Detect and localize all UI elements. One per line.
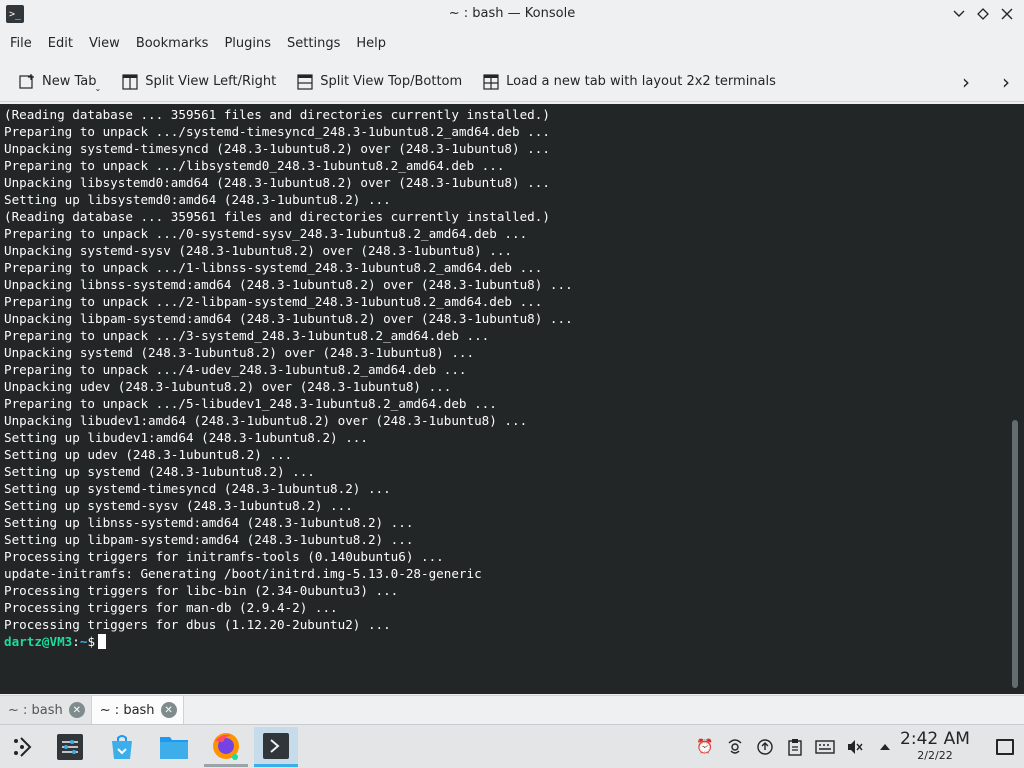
show-desktop-icon[interactable] bbox=[996, 739, 1014, 755]
menu-plugins[interactable]: Plugins bbox=[216, 30, 279, 58]
system-settings-icon[interactable] bbox=[48, 727, 92, 767]
terminal-line: (Reading database ... 359561 files and d… bbox=[4, 209, 550, 224]
terminal-line: Preparing to unpack .../3-systemd_248.3-… bbox=[4, 328, 490, 343]
terminal-cursor bbox=[98, 634, 107, 649]
close-icon[interactable] bbox=[998, 5, 1016, 23]
window-title: ~ : bash — Konsole bbox=[448, 6, 576, 21]
window-titlebar[interactable]: >_ ~ : bash — Konsole bbox=[0, 0, 1024, 29]
layout-2x2-button[interactable]: Load a new tab with layout 2x2 terminals bbox=[476, 66, 782, 98]
terminal-line: Unpacking udev (248.3-1ubuntu8.2) over (… bbox=[4, 379, 452, 394]
terminal-line: Setting up systemd (248.3-1ubuntu8.2) ..… bbox=[4, 464, 315, 479]
chevron-down-icon[interactable]: ⌄ bbox=[95, 84, 102, 93]
tab-label: ~ : bash bbox=[99, 702, 155, 718]
terminal-line: Setting up libpam-systemd:amd64 (248.3-1… bbox=[4, 532, 414, 547]
terminal-line: Preparing to unpack .../5-libudev1_248.3… bbox=[4, 396, 497, 411]
keyboard-icon[interactable] bbox=[814, 737, 836, 757]
terminal-line: Setting up libsystemd0:amd64 (248.3-1ubu… bbox=[4, 192, 391, 207]
file-manager-icon[interactable] bbox=[152, 727, 196, 767]
expand-tray-icon[interactable] bbox=[874, 737, 896, 757]
terminal-line: Unpacking libnss-systemd:amd64 (248.3-1u… bbox=[4, 277, 573, 292]
terminal-line: Setting up systemd-timesyncd (248.3-1ubu… bbox=[4, 481, 391, 496]
menu-bookmarks[interactable]: Bookmarks bbox=[128, 30, 217, 58]
terminal-line: Unpacking systemd (248.3-1ubuntu8.2) ove… bbox=[4, 345, 475, 360]
new-tab-label: New Tab bbox=[42, 74, 97, 89]
terminal-line: Processing triggers for libc-bin (2.34-0… bbox=[4, 583, 399, 598]
discover-store-icon[interactable] bbox=[100, 727, 144, 767]
menubar: File Edit View Bookmarks Plugins Setting… bbox=[0, 30, 1024, 58]
terminal-line: Preparing to unpack .../1-libnss-systemd… bbox=[4, 260, 543, 275]
close-icon[interactable]: ✕ bbox=[68, 702, 85, 718]
clock-date: 2/2/22 bbox=[917, 749, 953, 762]
toolbar-extension-icon[interactable]: › bbox=[996, 70, 1016, 94]
new-tab-icon bbox=[18, 73, 36, 91]
layout-2x2-label: Load a new tab with layout 2x2 terminals bbox=[506, 74, 776, 89]
terminal-line: Unpacking systemd-timesyncd (248.3-1ubun… bbox=[4, 141, 550, 156]
konsole-icon[interactable] bbox=[254, 727, 298, 767]
alarm-clock-icon[interactable]: ⏰ bbox=[694, 737, 716, 757]
menu-edit[interactable]: Edit bbox=[40, 30, 81, 58]
window-controls bbox=[950, 5, 1016, 23]
volume-muted-icon[interactable] bbox=[844, 737, 866, 757]
tab-label: ~ : bash bbox=[8, 702, 63, 718]
maximize-icon[interactable] bbox=[974, 5, 992, 23]
split-top-bottom-label: Split View Top/Bottom bbox=[320, 74, 463, 89]
digital-clock[interactable]: 2:42 AM 2/2/22 bbox=[900, 729, 970, 763]
minimize-icon[interactable] bbox=[950, 5, 968, 23]
toolbar-overflow-right-icon[interactable]: › bbox=[956, 70, 976, 94]
menu-settings[interactable]: Settings bbox=[279, 30, 348, 58]
network-icon[interactable] bbox=[724, 737, 746, 757]
application-launcher-icon[interactable] bbox=[0, 727, 44, 767]
terminal-line: Processing triggers for dbus (1.12.20-2u… bbox=[4, 617, 391, 632]
terminal-line: Processing triggers for man-db (2.9.4-2)… bbox=[4, 600, 338, 615]
prompt-symbol: $ bbox=[87, 634, 96, 649]
menu-help[interactable]: Help bbox=[348, 30, 394, 58]
tab-bash-2[interactable]: ~ : bash ✕ bbox=[91, 696, 184, 724]
system-tray: ⏰ bbox=[694, 737, 904, 757]
tab-bash-1[interactable]: ~ : bash ✕ bbox=[0, 696, 92, 724]
clock-time: 2:42 AM bbox=[900, 729, 970, 749]
terminal-line: Preparing to unpack .../2-libpam-systemd… bbox=[4, 294, 543, 309]
terminal-line: Setting up libnss-systemd:amd64 (248.3-1… bbox=[4, 515, 414, 530]
terminal-line: Unpacking libpam-systemd:amd64 (248.3-1u… bbox=[4, 311, 573, 326]
new-tab-button[interactable]: New Tab ⌄ bbox=[12, 66, 107, 98]
terminal-line: Setting up libudev1:amd64 (248.3-1ubuntu… bbox=[4, 430, 368, 445]
tab-bar: ~ : bash ✕ ~ : bash ✕ bbox=[0, 695, 1024, 724]
terminal-output: (Reading database ... 359561 files and d… bbox=[4, 106, 573, 650]
taskbar: ⏰ 2:42 AM 2/2/22 bbox=[0, 724, 1024, 768]
menu-view[interactable]: View bbox=[81, 30, 128, 58]
terminal-prompt-line[interactable]: dartz@VM3:~$ bbox=[4, 633, 573, 650]
terminal-line: (Reading database ... 359561 files and d… bbox=[4, 107, 550, 122]
terminal-line: Setting up systemd-sysv (248.3-1ubuntu8.… bbox=[4, 498, 353, 513]
prompt-user-host: dartz@VM3 bbox=[4, 634, 73, 649]
split-horizontal-icon bbox=[296, 73, 314, 91]
terminal-line: Preparing to unpack .../systemd-timesync… bbox=[4, 124, 550, 139]
terminal-lines: (Reading database ... 359561 files and d… bbox=[4, 106, 573, 633]
terminal-line: Unpacking systemd-sysv (248.3-1ubuntu8.2… bbox=[4, 243, 512, 258]
close-icon[interactable]: ✕ bbox=[160, 702, 177, 718]
terminal-line: Preparing to unpack .../libsystemd0_248.… bbox=[4, 158, 505, 173]
terminal-view[interactable]: (Reading database ... 359561 files and d… bbox=[0, 104, 1024, 694]
toolbar: New Tab ⌄ Split View Left/Right Split Vi… bbox=[0, 62, 1024, 102]
terminal-line: Unpacking libsystemd0:amd64 (248.3-1ubun… bbox=[4, 175, 550, 190]
terminal-line: Preparing to unpack .../4-udev_248.3-1ub… bbox=[4, 362, 467, 377]
terminal-line: update-initramfs: Generating /boot/initr… bbox=[4, 566, 482, 581]
clipboard-icon[interactable] bbox=[784, 737, 806, 757]
menu-file[interactable]: File bbox=[2, 30, 40, 58]
split-vertical-icon bbox=[121, 73, 139, 91]
split-left-right-button[interactable]: Split View Left/Right bbox=[115, 66, 282, 98]
terminal-line: Setting up udev (248.3-1ubuntu8.2) ... bbox=[4, 447, 293, 462]
firefox-icon[interactable] bbox=[204, 727, 248, 767]
updates-icon[interactable] bbox=[754, 737, 776, 757]
split-top-bottom-button[interactable]: Split View Top/Bottom bbox=[290, 66, 468, 98]
grid-layout-icon bbox=[482, 73, 500, 91]
terminal-line: Processing triggers for initramfs-tools … bbox=[4, 549, 444, 564]
terminal-scrollbar[interactable] bbox=[1012, 420, 1018, 688]
terminal-line: Preparing to unpack .../0-systemd-sysv_2… bbox=[4, 226, 528, 241]
split-left-right-label: Split View Left/Right bbox=[145, 74, 277, 89]
prompt-separator: : bbox=[72, 634, 80, 649]
terminal-line: Unpacking libudev1:amd64 (248.3-1ubuntu8… bbox=[4, 413, 528, 428]
